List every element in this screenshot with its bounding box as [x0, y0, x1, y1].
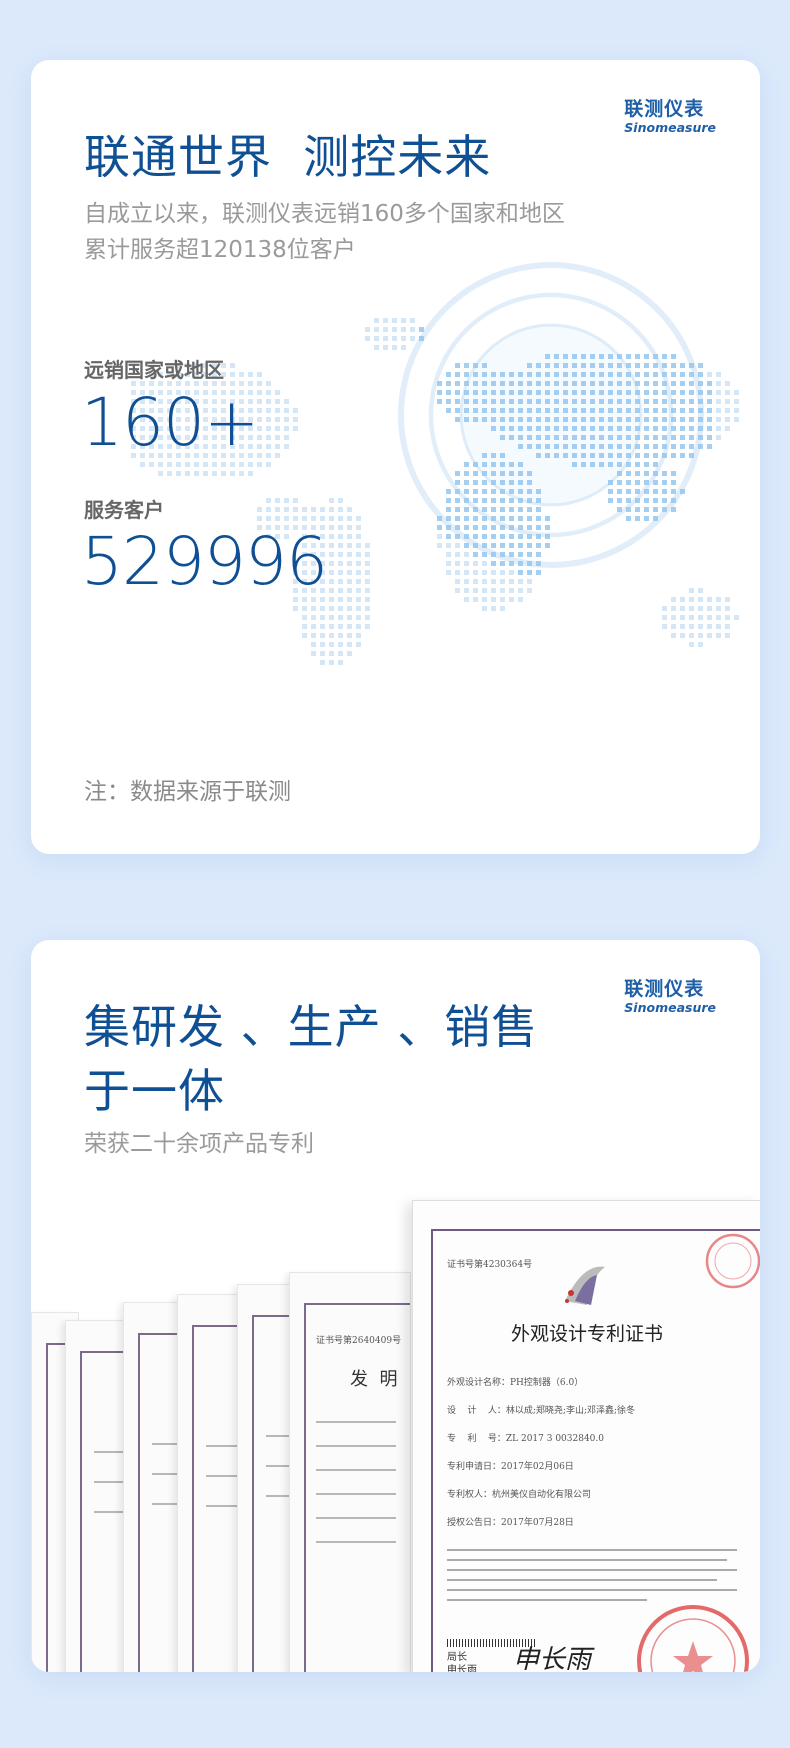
stat-label-countries: 远销国家或地区 [84, 358, 224, 382]
rnd-production-card: 联测仪表 Sinomeasure 集研发 、生产 、销售 于一体 荣获二十余项产… [31, 940, 760, 1672]
section-title-line-2: 于一体 [84, 1064, 225, 1118]
patent-subtitle: 荣获二十余项产品专利 [84, 1131, 314, 1157]
brand-logo-cn: 联测仪表 [624, 98, 705, 120]
signature-label: 局长 申长雨 [447, 1652, 477, 1672]
certificate-field: 外观设计名称：PH控制器（6.0） [447, 1378, 584, 1388]
source-note: 注：数据来源于联测 [84, 779, 291, 805]
certificate-field: 专 利 号：ZL 2017 3 0032840.0 [447, 1434, 604, 1444]
certificate-fields: 外观设计名称：PH控制器（6.0） 设 计 人：林以成;郑晓尧;李山;邓泽鑫;徐冬… [447, 1369, 635, 1537]
patent-office-emblem-icon [565, 1266, 605, 1305]
page-title: 联通世界 测控未来 [84, 130, 492, 184]
doc-title: 发 明 [350, 1369, 398, 1390]
brand-logo-en: Sinomeasure [624, 120, 716, 135]
brand-logo: 联测仪表 Sinomeasure [624, 98, 716, 136]
certificate-number: 证书号第4230364号 [447, 1260, 533, 1270]
certificate-title: 外观设计专利证书 [510, 1323, 663, 1345]
brand-logo-cn: 联测仪表 [624, 978, 705, 1000]
brand-logo-en: Sinomeasure [624, 1000, 716, 1015]
certificate-field: 专利申请日：2017年02月06日 [447, 1462, 574, 1472]
stat-label-customers: 服务客户 [84, 498, 164, 522]
stamp-seal-icon [705, 1233, 760, 1289]
certificate-field: 设 计 人：林以成;郑晓尧;李山;邓泽鑫;徐冬 [447, 1406, 636, 1416]
certificate-field: 专利权人：杭州美仪自动化有限公司 [447, 1490, 592, 1500]
global-reach-card: 联测仪表 Sinomeasure 联通世界 测控未来 自成立以来，联测仪表远销1… [31, 60, 760, 854]
section-title-line-1: 集研发 、生产 、销售 [84, 1000, 539, 1054]
certificate-body-text [447, 1541, 743, 1609]
official-seal-icon [637, 1605, 749, 1672]
brand-logo: 联测仪表 Sinomeasure [624, 978, 716, 1016]
certificate-field: 授权公告日：2017年07月28日 [447, 1518, 574, 1528]
stat-value-customers: 529996 [81, 523, 328, 600]
subtitle-line-1: 自成立以来，联测仪表远销160多个国家和地区 [84, 201, 565, 227]
subtitle-line-2: 累计服务超120138位客户 [84, 237, 356, 263]
director-signature: 申长雨 [513, 1645, 592, 1672]
stat-value-countries: 160+ [81, 384, 259, 461]
doc-number: 证书号第2640409号 [316, 1336, 402, 1346]
design-patent-certificate: 证书号第4230364号 外观设计专利证书 外观设计名称：PH控制器（6.0） 设… [412, 1200, 760, 1672]
patent-document-invention: 证书号第2640409号 发 明 [289, 1272, 411, 1672]
